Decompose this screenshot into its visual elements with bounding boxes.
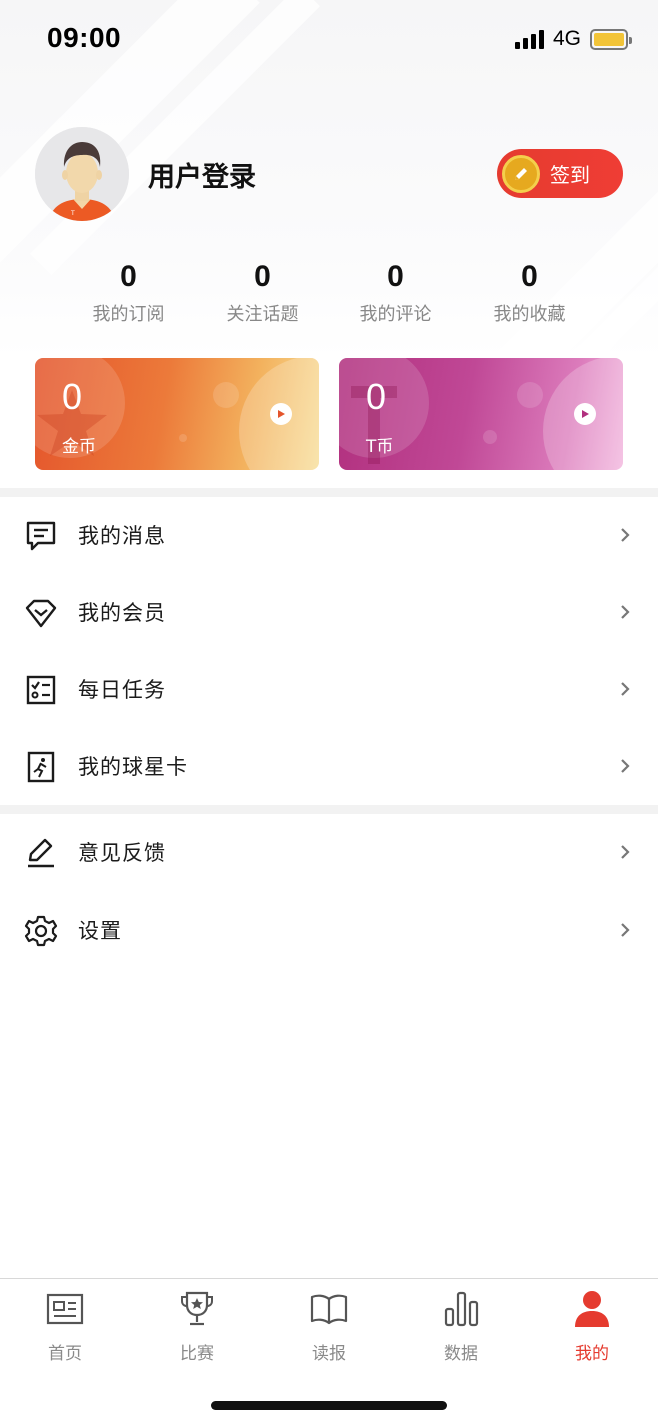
menu-item-messages[interactable]: 我的消息	[0, 497, 658, 573]
menu-item-label: 设置	[78, 919, 122, 943]
chevron-right-icon	[621, 528, 630, 542]
tab-home[interactable]: 首页	[10, 1289, 120, 1364]
edit-pen-icon	[28, 838, 54, 868]
signal-icon	[515, 30, 544, 49]
chevron-right-icon	[621, 759, 630, 773]
menu-item-feedback[interactable]: 意见反馈	[0, 814, 658, 890]
checkin-label: 签到	[550, 163, 590, 187]
login-link[interactable]: 用户登录	[148, 155, 256, 194]
diamond-icon	[25, 599, 57, 628]
pencil-icon	[502, 154, 540, 193]
menu-item-label: 我的球星卡	[78, 755, 188, 779]
message-icon	[26, 521, 56, 551]
menu-item-label: 每日任务	[78, 678, 166, 702]
play-icon[interactable]	[270, 403, 292, 425]
section-divider	[0, 805, 658, 814]
tab-label: 首页	[48, 1344, 82, 1364]
tab-matches[interactable]: 比赛	[142, 1289, 252, 1364]
stat-value: 0	[521, 260, 538, 293]
tab-read[interactable]: 读报	[274, 1289, 384, 1364]
checkin-button[interactable]: 签到	[497, 149, 623, 198]
coin-card[interactable]: 0 金币	[35, 358, 319, 470]
network-type: 4G	[553, 27, 582, 50]
tab-mine[interactable]: 我的	[537, 1289, 647, 1364]
stat-subscriptions[interactable]: 0 我的订阅	[62, 258, 195, 326]
tcoin-label: T币	[366, 437, 394, 457]
tcoin-value: 0	[366, 376, 387, 417]
tab-data[interactable]: 数据	[406, 1289, 516, 1364]
stat-followed-topics[interactable]: 0 关注话题	[196, 258, 329, 326]
stat-value: 0	[387, 260, 404, 293]
avatar[interactable]: T	[35, 127, 129, 221]
player-card-icon	[27, 751, 55, 783]
menu-item-label: 意见反馈	[78, 841, 166, 865]
gear-icon	[24, 915, 58, 947]
stats-row: 0 我的订阅 0 关注话题 0 我的评论 0 我的收藏	[0, 258, 658, 328]
coin-value: 0	[62, 376, 83, 417]
menu-item-player-cards[interactable]: 我的球星卡	[0, 728, 658, 804]
menu-item-membership[interactable]: 我的会员	[0, 574, 658, 650]
coin-label: 金币	[62, 437, 96, 457]
trophy-icon	[181, 1291, 213, 1326]
menu-item-label: 我的会员	[78, 601, 166, 625]
menu-item-daily-tasks[interactable]: 每日任务	[0, 651, 658, 727]
status-time: 09:00	[47, 22, 122, 53]
status-bar: 09:00 4G	[0, 0, 658, 80]
stat-label: 关注话题	[226, 304, 299, 325]
stat-value: 0	[120, 260, 137, 293]
menu-item-label: 我的消息	[78, 524, 166, 548]
stat-label: 我的评论	[359, 304, 432, 325]
svg-text:T: T	[70, 210, 75, 217]
book-icon	[310, 1294, 348, 1325]
bar-chart-icon	[444, 1291, 479, 1327]
section-divider	[0, 488, 658, 497]
chevron-right-icon	[621, 923, 630, 937]
stat-label: 我的收藏	[493, 304, 566, 325]
stat-comments[interactable]: 0 我的评论	[329, 258, 462, 326]
stat-value: 0	[254, 260, 271, 293]
play-icon[interactable]	[574, 403, 596, 425]
tab-label: 读报	[312, 1344, 346, 1364]
chevron-right-icon	[621, 605, 630, 619]
tcoin-card[interactable]: 0 T币	[339, 358, 623, 470]
person-icon	[575, 1291, 609, 1327]
tab-label: 我的	[575, 1344, 609, 1364]
menu-item-settings[interactable]: 设置	[0, 892, 658, 968]
chevron-right-icon	[621, 845, 630, 859]
stat-favorites[interactable]: 0 我的收藏	[463, 258, 596, 326]
battery-icon	[590, 29, 632, 50]
task-list-icon	[26, 675, 56, 705]
home-indicator[interactable]	[211, 1401, 447, 1410]
stat-label: 我的订阅	[92, 304, 165, 325]
chevron-right-icon	[621, 682, 630, 696]
tab-label: 比赛	[180, 1344, 214, 1364]
tab-label: 数据	[444, 1344, 478, 1364]
news-icon	[46, 1293, 84, 1325]
